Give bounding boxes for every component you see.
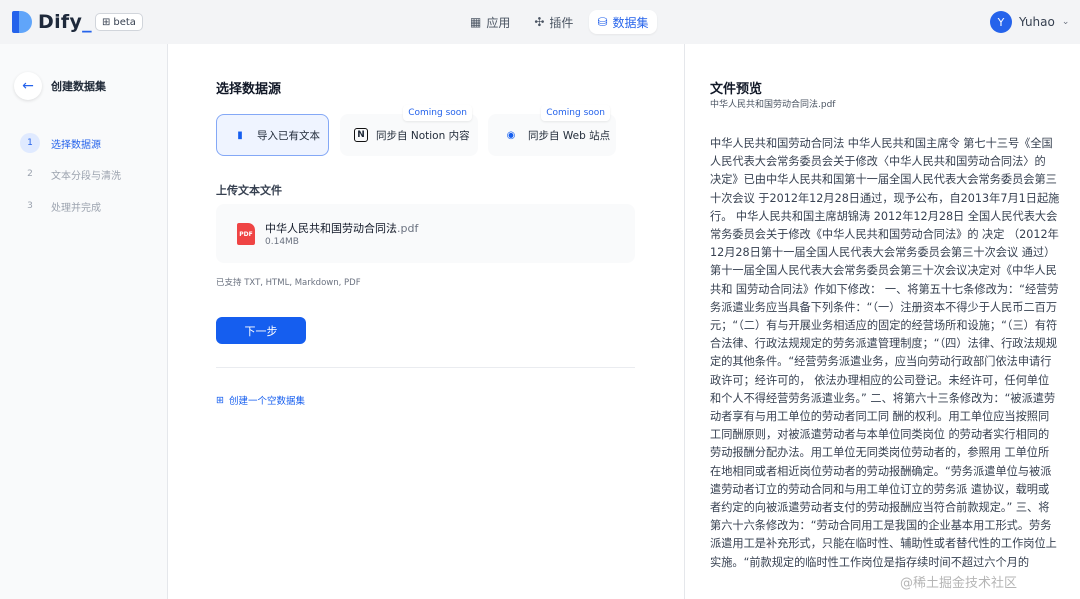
database-icon: ⛁ (597, 15, 608, 29)
file-icon: ▮ (237, 129, 243, 141)
chevron-down-icon: ⌄ (1061, 17, 1070, 27)
supported-formats: 已支持 TXT, HTML, Markdown, PDF (216, 278, 361, 288)
folder-plus-icon: ⊞ (216, 394, 224, 406)
source-notion[interactable]: Coming soon N 同步自 Notion 内容 (340, 105, 478, 156)
main-panel: 选择数据源 ▮ 导入已有文本 Coming soon N 同步自 Notion … (168, 44, 684, 599)
logo-mark-icon (12, 11, 32, 33)
preview-file-name: 中华人民共和国劳动合同法.pdf (710, 100, 836, 110)
create-empty-dataset-link[interactable]: ⊞ 创建一个空数据集 (216, 393, 305, 408)
sidebar-title: 创建数据集 (51, 80, 106, 93)
preview-body-text: 中华人民共和国劳动合同法 中华人民共和国主席令 第七十三号《全国人民代表大会常务… (710, 137, 1060, 569)
puzzle-icon: ✣ (534, 15, 545, 29)
beta-badge: ⊞ beta (95, 13, 143, 31)
file-size: 0.14MB (265, 237, 299, 247)
coming-soon-badge: Coming soon (541, 105, 610, 121)
coming-soon-badge: Coming soon (403, 105, 472, 121)
avatar: Y (990, 11, 1012, 33)
nav-plugins[interactable]: ✣ 插件 (526, 10, 581, 34)
step-process-finish: 3 处理并完成 (27, 201, 101, 214)
user-name: Yuhao (1019, 15, 1055, 29)
dify-logo[interactable]: Dify_ (12, 10, 92, 34)
grid-icon: ▦ (470, 15, 482, 29)
nav-apps[interactable]: ▦ 应用 (462, 10, 518, 34)
user-menu[interactable]: Y Yuhao ⌄ (990, 10, 1069, 34)
file-name: 中华人民共和国劳动合同法.pdf (265, 222, 419, 235)
section-title: 选择数据源 (216, 82, 282, 97)
nav-datasets[interactable]: ⛁ 数据集 (589, 10, 657, 34)
grid-small-icon: ⊞ (102, 16, 111, 28)
arrow-left-icon: ← (22, 78, 34, 94)
next-button[interactable]: 下一步 (216, 317, 306, 344)
back-button[interactable]: ← (14, 72, 42, 100)
step-select-source: 1 选择数据源 (20, 133, 101, 153)
step-segment-clean: 2 文本分段与清洗 (27, 169, 121, 182)
web-icon: ◉ (506, 129, 516, 141)
upload-title: 上传文本文件 (216, 184, 282, 197)
notion-icon: N (354, 128, 368, 142)
preview-title: 文件预览 (710, 82, 763, 97)
pdf-icon: PDF (237, 223, 255, 245)
main-nav: ▦ 应用 ✣ 插件 ⛁ 数据集 (462, 10, 657, 34)
watermark-text: @稀土掘金技术社区 (900, 576, 1018, 591)
file-preview-panel: 文件预览 中华人民共和国劳动合同法.pdf 中华人民共和国劳动合同法 中华人民共… (684, 44, 1080, 599)
divider (216, 367, 635, 368)
source-web[interactable]: Coming soon ◉ 同步自 Web 站点 (488, 105, 616, 156)
top-bar: Dify_ ⊞ beta ▦ 应用 ✣ 插件 ⛁ 数据集 Y Yuhao ⌄ (0, 0, 1080, 44)
logo-text: Dify_ (38, 11, 92, 33)
steps-sidebar: ← 创建数据集 1 选择数据源 2 文本分段与清洗 3 处理并完成 (0, 44, 168, 599)
uploaded-file-card[interactable]: PDF 中华人民共和国劳动合同法.pdf 0.14MB (216, 204, 635, 263)
source-import-text[interactable]: ▮ 导入已有文本 (216, 114, 329, 156)
